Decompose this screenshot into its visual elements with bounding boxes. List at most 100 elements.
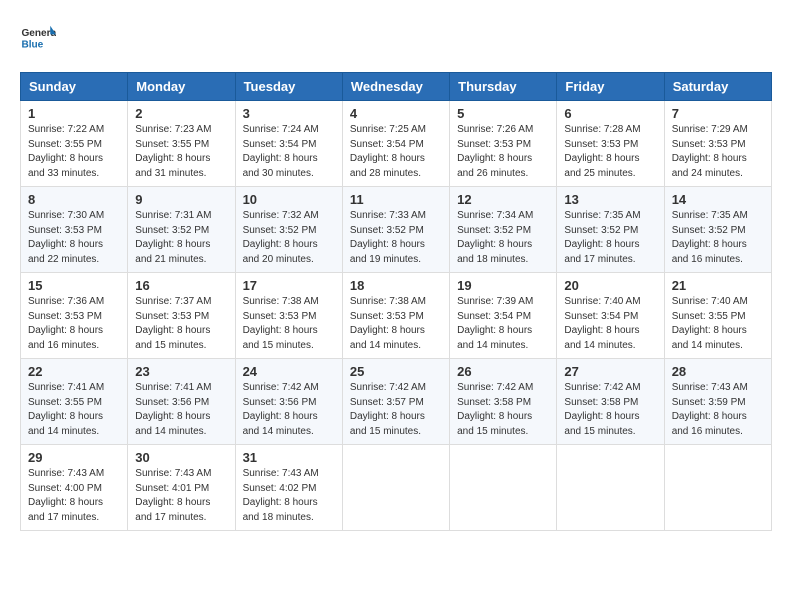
week-row-2: 8 Sunrise: 7:30 AM Sunset: 3:53 PM Dayli… (21, 187, 772, 273)
day-number: 24 (243, 364, 335, 379)
sunrise-label: Sunrise: 7:36 AM (28, 296, 104, 307)
day-number: 13 (564, 192, 656, 207)
week-row-4: 22 Sunrise: 7:41 AM Sunset: 3:55 PM Dayl… (21, 359, 772, 445)
sunset-label: Sunset: 3:59 PM (672, 397, 746, 408)
calendar-cell: 20 Sunrise: 7:40 AM Sunset: 3:54 PM Dayl… (557, 273, 664, 359)
day-number: 9 (135, 192, 227, 207)
day-detail: Sunrise: 7:37 AM Sunset: 3:53 PM Dayligh… (135, 295, 227, 353)
day-number: 5 (457, 106, 549, 121)
day-detail: Sunrise: 7:42 AM Sunset: 3:57 PM Dayligh… (350, 381, 442, 439)
day-number: 26 (457, 364, 549, 379)
day-number: 23 (135, 364, 227, 379)
sunset-label: Sunset: 3:53 PM (28, 311, 102, 322)
sunset-label: Sunset: 3:53 PM (350, 311, 424, 322)
sunrise-label: Sunrise: 7:32 AM (243, 210, 319, 221)
sunrise-label: Sunrise: 7:41 AM (28, 382, 104, 393)
sunrise-label: Sunrise: 7:37 AM (135, 296, 211, 307)
sunset-label: Sunset: 4:00 PM (28, 483, 102, 494)
calendar-table: SundayMondayTuesdayWednesdayThursdayFrid… (20, 72, 772, 531)
calendar-cell: 3 Sunrise: 7:24 AM Sunset: 3:54 PM Dayli… (235, 101, 342, 187)
daylight-label: Daylight: 8 hours and 17 minutes. (135, 497, 210, 523)
sunrise-label: Sunrise: 7:43 AM (243, 468, 319, 479)
sunset-label: Sunset: 3:52 PM (457, 225, 531, 236)
sunrise-label: Sunrise: 7:35 AM (564, 210, 640, 221)
day-detail: Sunrise: 7:43 AM Sunset: 4:00 PM Dayligh… (28, 467, 120, 525)
day-detail: Sunrise: 7:32 AM Sunset: 3:52 PM Dayligh… (243, 209, 335, 267)
day-number: 6 (564, 106, 656, 121)
column-header-thursday: Thursday (450, 73, 557, 101)
calendar-cell: 7 Sunrise: 7:29 AM Sunset: 3:53 PM Dayli… (664, 101, 771, 187)
day-number: 3 (243, 106, 335, 121)
day-number: 20 (564, 278, 656, 293)
sunrise-label: Sunrise: 7:34 AM (457, 210, 533, 221)
sunrise-label: Sunrise: 7:42 AM (457, 382, 533, 393)
calendar-cell: 8 Sunrise: 7:30 AM Sunset: 3:53 PM Dayli… (21, 187, 128, 273)
day-detail: Sunrise: 7:43 AM Sunset: 4:02 PM Dayligh… (243, 467, 335, 525)
calendar-cell: 12 Sunrise: 7:34 AM Sunset: 3:52 PM Dayl… (450, 187, 557, 273)
day-number: 2 (135, 106, 227, 121)
column-headers: SundayMondayTuesdayWednesdayThursdayFrid… (21, 73, 772, 101)
day-detail: Sunrise: 7:28 AM Sunset: 3:53 PM Dayligh… (564, 123, 656, 181)
calendar-cell: 1 Sunrise: 7:22 AM Sunset: 3:55 PM Dayli… (21, 101, 128, 187)
sunrise-label: Sunrise: 7:23 AM (135, 124, 211, 135)
sunrise-label: Sunrise: 7:41 AM (135, 382, 211, 393)
daylight-label: Daylight: 8 hours and 14 minutes. (243, 411, 318, 437)
day-number: 28 (672, 364, 764, 379)
daylight-label: Daylight: 8 hours and 17 minutes. (28, 497, 103, 523)
sunrise-label: Sunrise: 7:42 AM (564, 382, 640, 393)
daylight-label: Daylight: 8 hours and 33 minutes. (28, 153, 103, 179)
calendar-cell: 30 Sunrise: 7:43 AM Sunset: 4:01 PM Dayl… (128, 445, 235, 531)
sunrise-label: Sunrise: 7:40 AM (672, 296, 748, 307)
sunset-label: Sunset: 3:55 PM (672, 311, 746, 322)
sunset-label: Sunset: 4:02 PM (243, 483, 317, 494)
day-number: 15 (28, 278, 120, 293)
logo: General Blue (20, 20, 56, 56)
day-number: 16 (135, 278, 227, 293)
day-number: 1 (28, 106, 120, 121)
sunset-label: Sunset: 3:53 PM (28, 225, 102, 236)
daylight-label: Daylight: 8 hours and 25 minutes. (564, 153, 639, 179)
sunrise-label: Sunrise: 7:26 AM (457, 124, 533, 135)
day-detail: Sunrise: 7:29 AM Sunset: 3:53 PM Dayligh… (672, 123, 764, 181)
sunset-label: Sunset: 3:53 PM (672, 139, 746, 150)
column-header-friday: Friday (557, 73, 664, 101)
sunset-label: Sunset: 3:56 PM (243, 397, 317, 408)
day-number: 11 (350, 192, 442, 207)
calendar-cell: 15 Sunrise: 7:36 AM Sunset: 3:53 PM Dayl… (21, 273, 128, 359)
calendar-cell: 2 Sunrise: 7:23 AM Sunset: 3:55 PM Dayli… (128, 101, 235, 187)
sunset-label: Sunset: 3:52 PM (135, 225, 209, 236)
day-detail: Sunrise: 7:30 AM Sunset: 3:53 PM Dayligh… (28, 209, 120, 267)
sunrise-label: Sunrise: 7:42 AM (350, 382, 426, 393)
daylight-label: Daylight: 8 hours and 22 minutes. (28, 239, 103, 265)
daylight-label: Daylight: 8 hours and 15 minutes. (243, 325, 318, 351)
day-detail: Sunrise: 7:23 AM Sunset: 3:55 PM Dayligh… (135, 123, 227, 181)
calendar-cell: 26 Sunrise: 7:42 AM Sunset: 3:58 PM Dayl… (450, 359, 557, 445)
calendar-cell: 4 Sunrise: 7:25 AM Sunset: 3:54 PM Dayli… (342, 101, 449, 187)
sunrise-label: Sunrise: 7:28 AM (564, 124, 640, 135)
daylight-label: Daylight: 8 hours and 20 minutes. (243, 239, 318, 265)
day-number: 29 (28, 450, 120, 465)
sunrise-label: Sunrise: 7:22 AM (28, 124, 104, 135)
day-number: 4 (350, 106, 442, 121)
calendar-cell (557, 445, 664, 531)
day-number: 19 (457, 278, 549, 293)
sunset-label: Sunset: 3:54 PM (350, 139, 424, 150)
day-detail: Sunrise: 7:41 AM Sunset: 3:55 PM Dayligh… (28, 381, 120, 439)
daylight-label: Daylight: 8 hours and 18 minutes. (457, 239, 532, 265)
day-number: 17 (243, 278, 335, 293)
daylight-label: Daylight: 8 hours and 15 minutes. (350, 411, 425, 437)
day-detail: Sunrise: 7:42 AM Sunset: 3:58 PM Dayligh… (564, 381, 656, 439)
week-row-3: 15 Sunrise: 7:36 AM Sunset: 3:53 PM Dayl… (21, 273, 772, 359)
sunset-label: Sunset: 3:57 PM (350, 397, 424, 408)
daylight-label: Daylight: 8 hours and 21 minutes. (135, 239, 210, 265)
day-detail: Sunrise: 7:43 AM Sunset: 3:59 PM Dayligh… (672, 381, 764, 439)
calendar-cell: 29 Sunrise: 7:43 AM Sunset: 4:00 PM Dayl… (21, 445, 128, 531)
sunset-label: Sunset: 3:56 PM (135, 397, 209, 408)
daylight-label: Daylight: 8 hours and 18 minutes. (243, 497, 318, 523)
day-number: 27 (564, 364, 656, 379)
day-detail: Sunrise: 7:36 AM Sunset: 3:53 PM Dayligh… (28, 295, 120, 353)
sunrise-label: Sunrise: 7:24 AM (243, 124, 319, 135)
sunrise-label: Sunrise: 7:38 AM (243, 296, 319, 307)
daylight-label: Daylight: 8 hours and 15 minutes. (564, 411, 639, 437)
sunrise-label: Sunrise: 7:40 AM (564, 296, 640, 307)
